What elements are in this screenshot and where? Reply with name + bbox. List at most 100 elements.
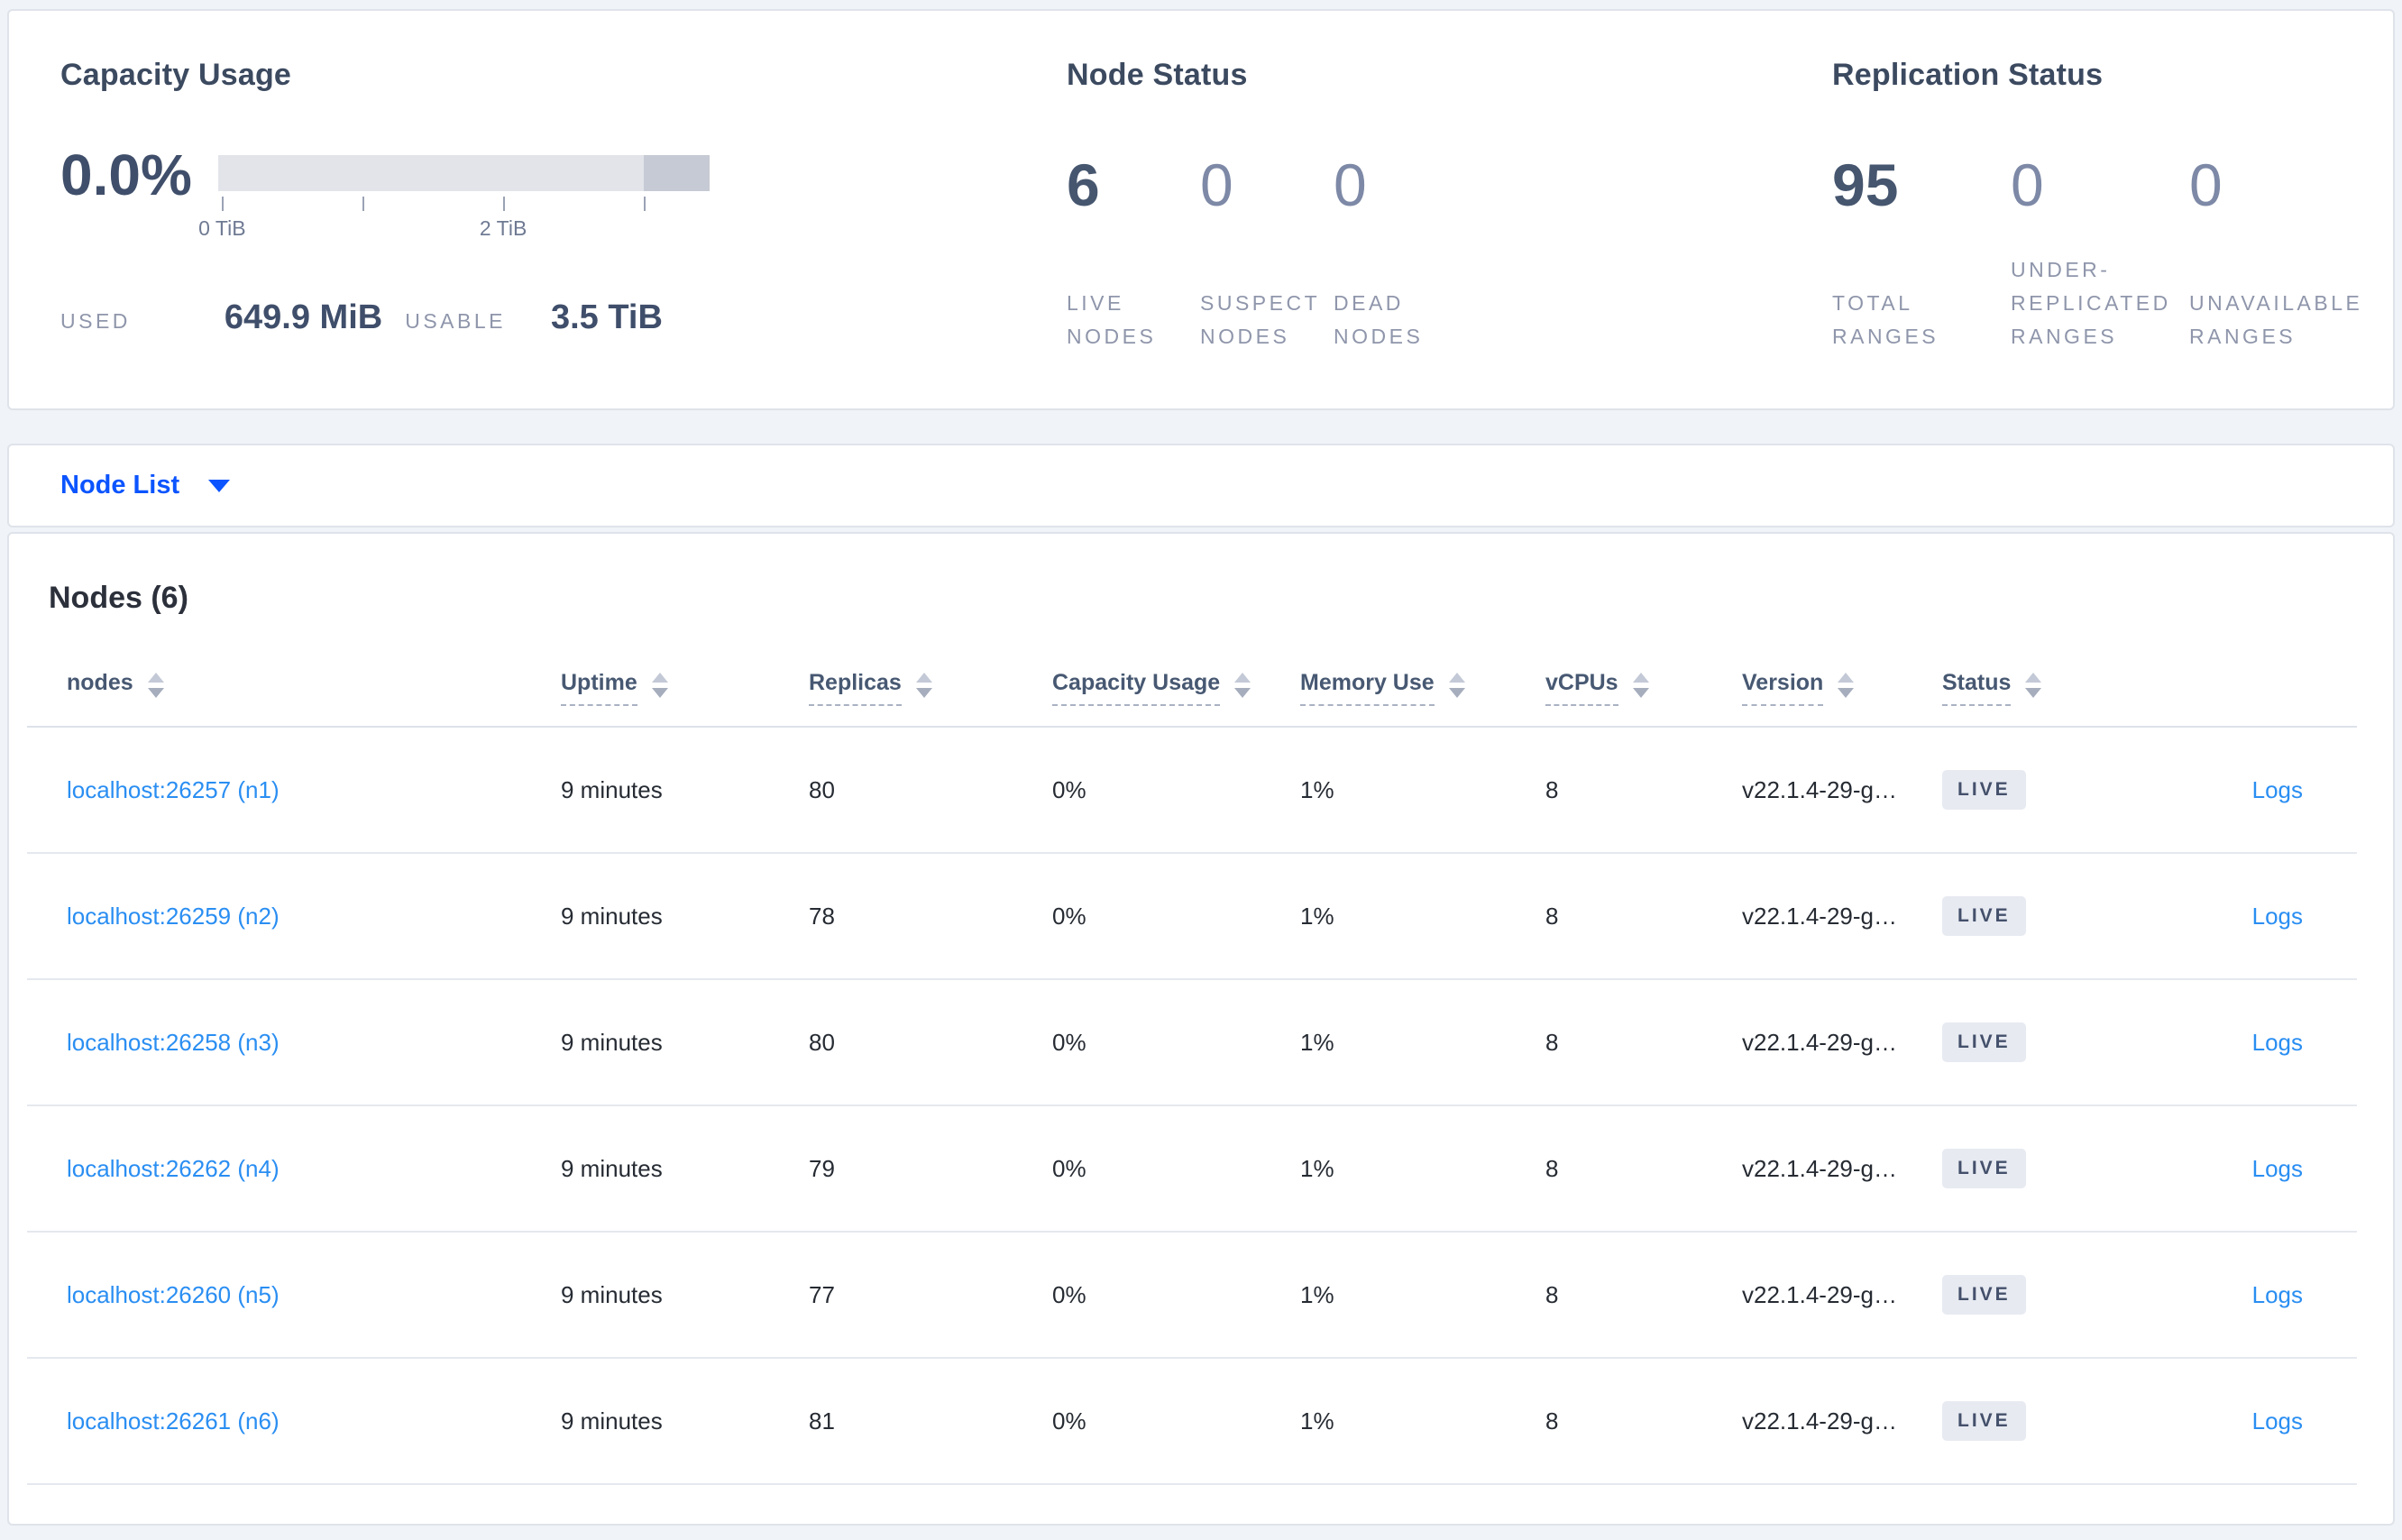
status-cell: LIVE [1942, 1022, 2159, 1062]
capacity-bar-segment [643, 155, 710, 191]
node-link[interactable]: localhost:26262 (n4) [67, 1155, 561, 1183]
column-header-replicas[interactable]: Replicas [809, 669, 932, 706]
node-list-dropdown[interactable]: Node List [60, 471, 231, 500]
sort-icon [1448, 672, 1465, 698]
axis-tick [362, 197, 365, 211]
capacity-percent: 0.0% [60, 142, 192, 207]
node-link[interactable]: localhost:26260 (n5) [67, 1281, 561, 1309]
live-nodes-label: LIVE NODES [1067, 291, 1157, 348]
status-cell: LIVE [1942, 1149, 2159, 1188]
version-cell: v22.1.4-29-g… [1742, 1280, 1897, 1308]
status-badge: LIVE [1942, 1275, 2026, 1315]
version-cell: v22.1.4-29-g… [1742, 1154, 1897, 1182]
suspect-nodes-metric: 0 SUSPECT NODES [1200, 155, 1334, 353]
dead-nodes-metric: 0 DEAD NODES [1334, 155, 1467, 353]
memory-cell: 1% [1300, 902, 1334, 930]
under-replicated-ranges-metric: 0 UNDER-REPLICATED RANGES [2011, 155, 2189, 353]
axis-tick-label: 0 TiB [198, 216, 246, 240]
sort-icon [651, 672, 668, 698]
chevron-down-icon [208, 479, 231, 492]
memory-cell: 1% [1300, 1407, 1334, 1435]
node-link[interactable]: localhost:26257 (n1) [67, 776, 561, 804]
under-replicated-ranges-value: 0 [2011, 151, 2044, 218]
replicas-cell: 80 [809, 775, 835, 803]
memory-cell: 1% [1300, 775, 1334, 803]
sort-icon [1632, 672, 1649, 698]
status-badge: LIVE [1942, 1149, 2026, 1188]
column-header-status[interactable]: Status [1942, 669, 2042, 706]
logs-link[interactable]: Logs [2252, 1407, 2357, 1435]
total-ranges-value: 95 [1832, 151, 1899, 218]
replicas-cell: 81 [809, 1407, 835, 1435]
memory-cell: 1% [1300, 1028, 1334, 1056]
dead-nodes-label: DEAD NODES [1334, 291, 1424, 348]
node-link[interactable]: localhost:26259 (n2) [67, 903, 561, 930]
node-status-section: Node Status 6 LIVE NODES 0 SUSPECT NODES… [1067, 56, 1832, 408]
logs-link[interactable]: Logs [2252, 776, 2357, 804]
logs-link[interactable]: Logs [2252, 1029, 2357, 1057]
vcpus-cell: 8 [1545, 1407, 1559, 1435]
table-header-row: nodes Uptime Replicas Capacity Usage Mem… [27, 617, 2357, 728]
capacity-usage-title: Capacity Usage [60, 58, 292, 92]
column-header-memory-use[interactable]: Memory Use [1300, 669, 1465, 706]
nodes-table-card: Nodes (6) nodes Uptime Replicas Capacity… [7, 532, 2395, 1526]
capacity-cell: 0% [1052, 1280, 1086, 1308]
column-header-version[interactable]: Version [1742, 669, 1855, 706]
used-value: 649.9 MiB [224, 298, 383, 336]
total-ranges-metric: 95 TOTAL RANGES [1832, 155, 2011, 353]
logs-link[interactable]: Logs [2252, 1281, 2357, 1309]
node-list-dropdown-label: Node List [60, 471, 180, 500]
usable-label: USABLE [405, 309, 506, 333]
column-header-uptime[interactable]: Uptime [561, 669, 668, 706]
node-status-title: Node Status [1067, 58, 1248, 92]
capacity-cell: 0% [1052, 1028, 1086, 1056]
status-badge: LIVE [1942, 896, 2026, 936]
memory-cell: 1% [1300, 1280, 1334, 1308]
capacity-cell: 0% [1052, 902, 1086, 930]
axis-tick [222, 197, 225, 211]
logs-link[interactable]: Logs [2252, 903, 2357, 930]
node-link[interactable]: localhost:26261 (n6) [67, 1407, 561, 1435]
table-row: localhost:26260 (n5) 9 minutes 77 0% 1% … [27, 1233, 2357, 1359]
column-header-capacity-usage[interactable]: Capacity Usage [1052, 669, 1251, 706]
table-row: localhost:26257 (n1) 9 minutes 80 0% 1% … [27, 728, 2357, 854]
status-badge: LIVE [1942, 1022, 2026, 1062]
view-selector-bar: Node List [7, 444, 2395, 527]
node-link[interactable]: localhost:26258 (n3) [67, 1029, 561, 1057]
sort-icon [915, 672, 932, 698]
cluster-summary-card: Capacity Usage 0.0% 0 TiB 2 TiB USED 649… [7, 9, 2395, 410]
vcpus-cell: 8 [1545, 1154, 1559, 1182]
axis-tick-label: 2 TiB [479, 216, 527, 240]
replicas-cell: 79 [809, 1154, 835, 1182]
uptime-cell: 9 minutes [561, 1028, 663, 1056]
unavailable-ranges-value: 0 [2189, 151, 2223, 218]
uptime-cell: 9 minutes [561, 902, 663, 930]
suspect-nodes-label: SUSPECT NODES [1200, 291, 1320, 348]
total-ranges-label: TOTAL RANGES [1832, 291, 1939, 348]
suspect-nodes-value: 0 [1200, 151, 1233, 218]
status-badge: LIVE [1942, 770, 2026, 810]
column-header-vcpus[interactable]: vCPUs [1545, 669, 1649, 706]
dead-nodes-value: 0 [1334, 151, 1367, 218]
vcpus-cell: 8 [1545, 1028, 1559, 1056]
status-cell: LIVE [1942, 770, 2159, 810]
table-row: localhost:26262 (n4) 9 minutes 79 0% 1% … [27, 1106, 2357, 1233]
table-row: localhost:26261 (n6) 9 minutes 81 0% 1% … [27, 1359, 2357, 1485]
capacity-bar-track [218, 155, 710, 191]
vcpus-cell: 8 [1545, 902, 1559, 930]
sort-icon [1838, 672, 1855, 698]
status-cell: LIVE [1942, 1401, 2159, 1441]
version-cell: v22.1.4-29-g… [1742, 1028, 1897, 1056]
capacity-bar-chart: 0 TiB 2 TiB [198, 155, 710, 242]
version-cell: v22.1.4-29-g… [1742, 775, 1897, 803]
replicas-cell: 78 [809, 902, 835, 930]
logs-link[interactable]: Logs [2252, 1155, 2357, 1183]
status-cell: LIVE [1942, 1275, 2159, 1315]
replication-status-section: Replication Status 95 TOTAL RANGES 0 UND… [1832, 56, 2368, 408]
uptime-cell: 9 minutes [561, 1280, 663, 1308]
column-header-nodes[interactable]: nodes [67, 669, 164, 706]
under-replicated-ranges-label: UNDER-REPLICATED RANGES [2011, 258, 2171, 348]
table-row: localhost:26259 (n2) 9 minutes 78 0% 1% … [27, 854, 2357, 980]
replicas-cell: 77 [809, 1280, 835, 1308]
sort-icon [147, 672, 164, 698]
